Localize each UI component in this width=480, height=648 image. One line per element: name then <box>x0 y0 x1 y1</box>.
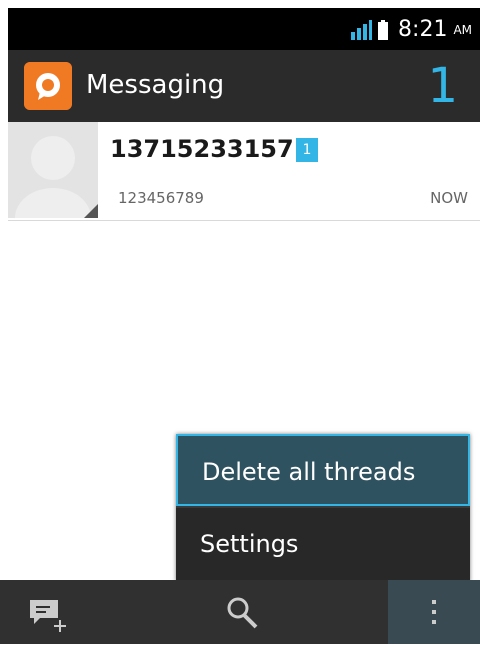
thread-time: NOW <box>430 189 468 207</box>
thread-snippet: 123456789 <box>118 189 204 207</box>
overflow-menu-button[interactable] <box>388 580 480 644</box>
status-time: 8:21 <box>398 17 448 42</box>
conversation-list-item[interactable]: 13715233157 1 123456789 NOW <box>8 122 480 221</box>
bottom-action-bar <box>0 580 480 644</box>
compose-button[interactable] <box>0 580 130 644</box>
menu-item-label: Delete all threads <box>202 458 416 486</box>
quick-contact-badge <box>84 204 98 218</box>
compose-icon <box>30 600 66 632</box>
menu-item-settings[interactable]: Settings <box>176 508 470 580</box>
messaging-app-icon[interactable] <box>24 62 72 110</box>
overflow-menu: Delete all threads Settings <box>176 434 470 582</box>
status-indicators: 8:21 AM <box>350 16 472 44</box>
contact-avatar[interactable] <box>8 122 98 218</box>
menu-item-delete-all-threads[interactable]: Delete all threads <box>176 434 470 506</box>
unread-badge: 1 <box>296 138 318 162</box>
signal-icon <box>351 20 373 40</box>
menu-item-label: Settings <box>200 530 299 558</box>
battery-icon <box>378 20 389 40</box>
status-bar: 8:21 AM <box>8 8 480 50</box>
status-ampm: AM <box>453 23 472 37</box>
search-icon <box>227 597 258 629</box>
overflow-icon <box>432 600 436 624</box>
search-button[interactable] <box>180 580 310 644</box>
action-bar: Messaging 1 <box>8 50 480 122</box>
app-title: Messaging <box>86 70 225 100</box>
unread-total-count: 1 <box>427 58 458 114</box>
thread-contact-name: 13715233157 <box>110 135 294 163</box>
